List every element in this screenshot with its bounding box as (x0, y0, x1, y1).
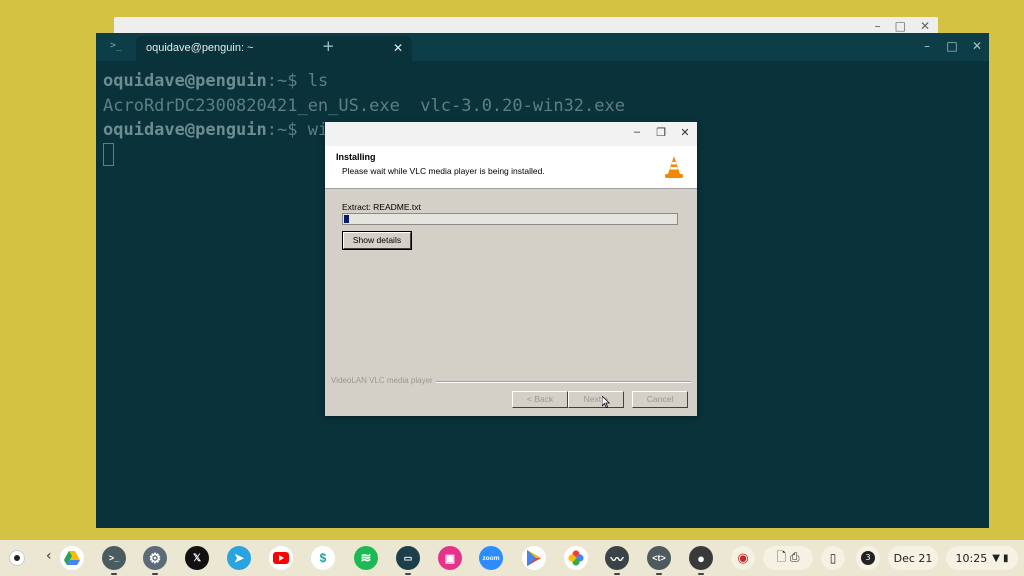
notification-count: 3 (861, 551, 875, 565)
play-store-icon[interactable] (522, 546, 546, 570)
brand-divider: VideoLAN VLC media player (331, 376, 691, 388)
maximize-icon[interactable]: □ (895, 19, 906, 33)
x-twitter-icon[interactable]: 𝕏 (185, 546, 209, 570)
command-text: ls (297, 71, 329, 91)
zoom-icon[interactable]: zoom (479, 546, 503, 570)
files-app-icon[interactable]: $ (311, 546, 335, 570)
minimize-icon[interactable]: – (875, 19, 881, 33)
minimize-icon[interactable]: – (631, 126, 643, 139)
telegram-icon[interactable]: ➤ (227, 546, 251, 570)
terminal-tab-title: oquidave@penguin: ~ (146, 42, 254, 54)
activity-monitor-icon[interactable]: 〰 (605, 546, 629, 570)
minimize-icon[interactable]: – (921, 39, 933, 53)
notification-badge[interactable]: 3 (856, 546, 880, 570)
prompt-path: :~$ (266, 120, 298, 140)
dialog-window-controls: – ❐ ✕ (631, 126, 691, 139)
maximize-icon[interactable]: ❐ (655, 126, 667, 139)
dialog-heading: Installing (336, 152, 376, 162)
terminal-tab[interactable]: oquidave@penguin: ~ ✕ (136, 36, 412, 61)
brand-label: VideoLAN VLC media player (331, 376, 436, 385)
background-window-controls: – □ ✕ (875, 19, 930, 33)
linux-penguin-icon[interactable]: ● (689, 546, 713, 570)
cancel-button[interactable]: Cancel (632, 391, 688, 408)
running-indicator (656, 573, 662, 575)
dialog-subheading: Please wait while VLC media player is be… (342, 166, 545, 176)
back-button[interactable]: < Back (512, 391, 568, 408)
spotify-icon[interactable]: ≋ (354, 546, 378, 570)
progress-fill (343, 214, 350, 224)
terminal-line: oquidave@penguin:~$ ls (103, 69, 625, 94)
google-drive-icon[interactable] (60, 546, 84, 570)
text-cursor (103, 143, 114, 166)
launcher-icon[interactable] (9, 550, 25, 566)
vlc-cone-icon (665, 156, 683, 178)
holding-space-icon[interactable]: 🗋 ⎙ (763, 546, 813, 570)
running-indicator (698, 573, 704, 575)
status-area[interactable]: 10:25 ▼ ▮ (946, 546, 1018, 570)
new-tab-icon[interactable]: + (322, 37, 335, 55)
terminal-window-controls: – □ ✕ (921, 39, 983, 53)
terminal-app-icon[interactable]: >_ (102, 546, 126, 570)
close-icon[interactable]: ✕ (679, 126, 691, 139)
maximize-icon[interactable]: □ (946, 39, 958, 53)
tab-close-icon[interactable]: ✕ (393, 41, 403, 55)
prompt-path: :~$ (266, 71, 298, 91)
install-progress-bar (342, 213, 678, 225)
settings-gear-icon[interactable]: ⚙ (143, 546, 167, 570)
shelf: ‹ >_ ⚙ 𝕏 ➤ $ ≋ ▭ ▣ zoom 〰 <t> ● ◉ 🗋 ⎙ ▯ … (0, 540, 1024, 576)
wifi-icon: ▼ (992, 552, 1000, 564)
mouse-pointer-icon (602, 396, 610, 408)
terminal-window-icon[interactable]: ▭ (396, 546, 420, 570)
show-details-button[interactable]: Show details (342, 231, 412, 250)
youtube-icon[interactable] (269, 546, 293, 570)
command-output: AcroRdrDC2300820421_en_US.exe vlc-3.0.20… (103, 95, 625, 116)
terminal-line: AcroRdrDC2300820421_en_US.exe vlc-3.0.20… (103, 94, 625, 119)
close-icon[interactable]: ✕ (971, 39, 983, 53)
running-indicator (152, 573, 158, 575)
dialog-titlebar[interactable]: – ❐ ✕ (325, 122, 697, 146)
chevron-left-icon[interactable]: ‹ (46, 548, 52, 564)
terminal-icon: >_ (110, 40, 123, 51)
next-button[interactable]: Next > (568, 391, 624, 408)
battery-icon: ▮ (1002, 552, 1009, 564)
phone-hub-icon[interactable]: ▯ (821, 546, 845, 570)
code-editor-icon[interactable]: <t> (647, 546, 671, 570)
prompt-user: oquidave@penguin (103, 120, 267, 140)
running-indicator (111, 573, 117, 575)
screen-record-icon[interactable]: ◉ (731, 546, 755, 570)
installer-dialog: – ❐ ✕ Installing Please wait while VLC m… (325, 122, 697, 416)
close-icon[interactable]: ✕ (920, 19, 930, 33)
dialog-header: Installing Please wait while VLC media p… (325, 146, 697, 189)
clock-time: 10:25 (955, 551, 988, 565)
date-pill[interactable]: Dec 21 (888, 546, 938, 570)
canva-icon[interactable]: ▣ (438, 546, 462, 570)
running-indicator (614, 573, 620, 575)
terminal-titlebar: >_ oquidave@penguin: ~ ✕ + – □ ✕ (96, 33, 989, 61)
extract-status: Extract: README.txt (342, 202, 421, 212)
running-indicator (405, 573, 411, 575)
prompt-user: oquidave@penguin (103, 71, 267, 91)
photos-icon[interactable] (564, 546, 588, 570)
